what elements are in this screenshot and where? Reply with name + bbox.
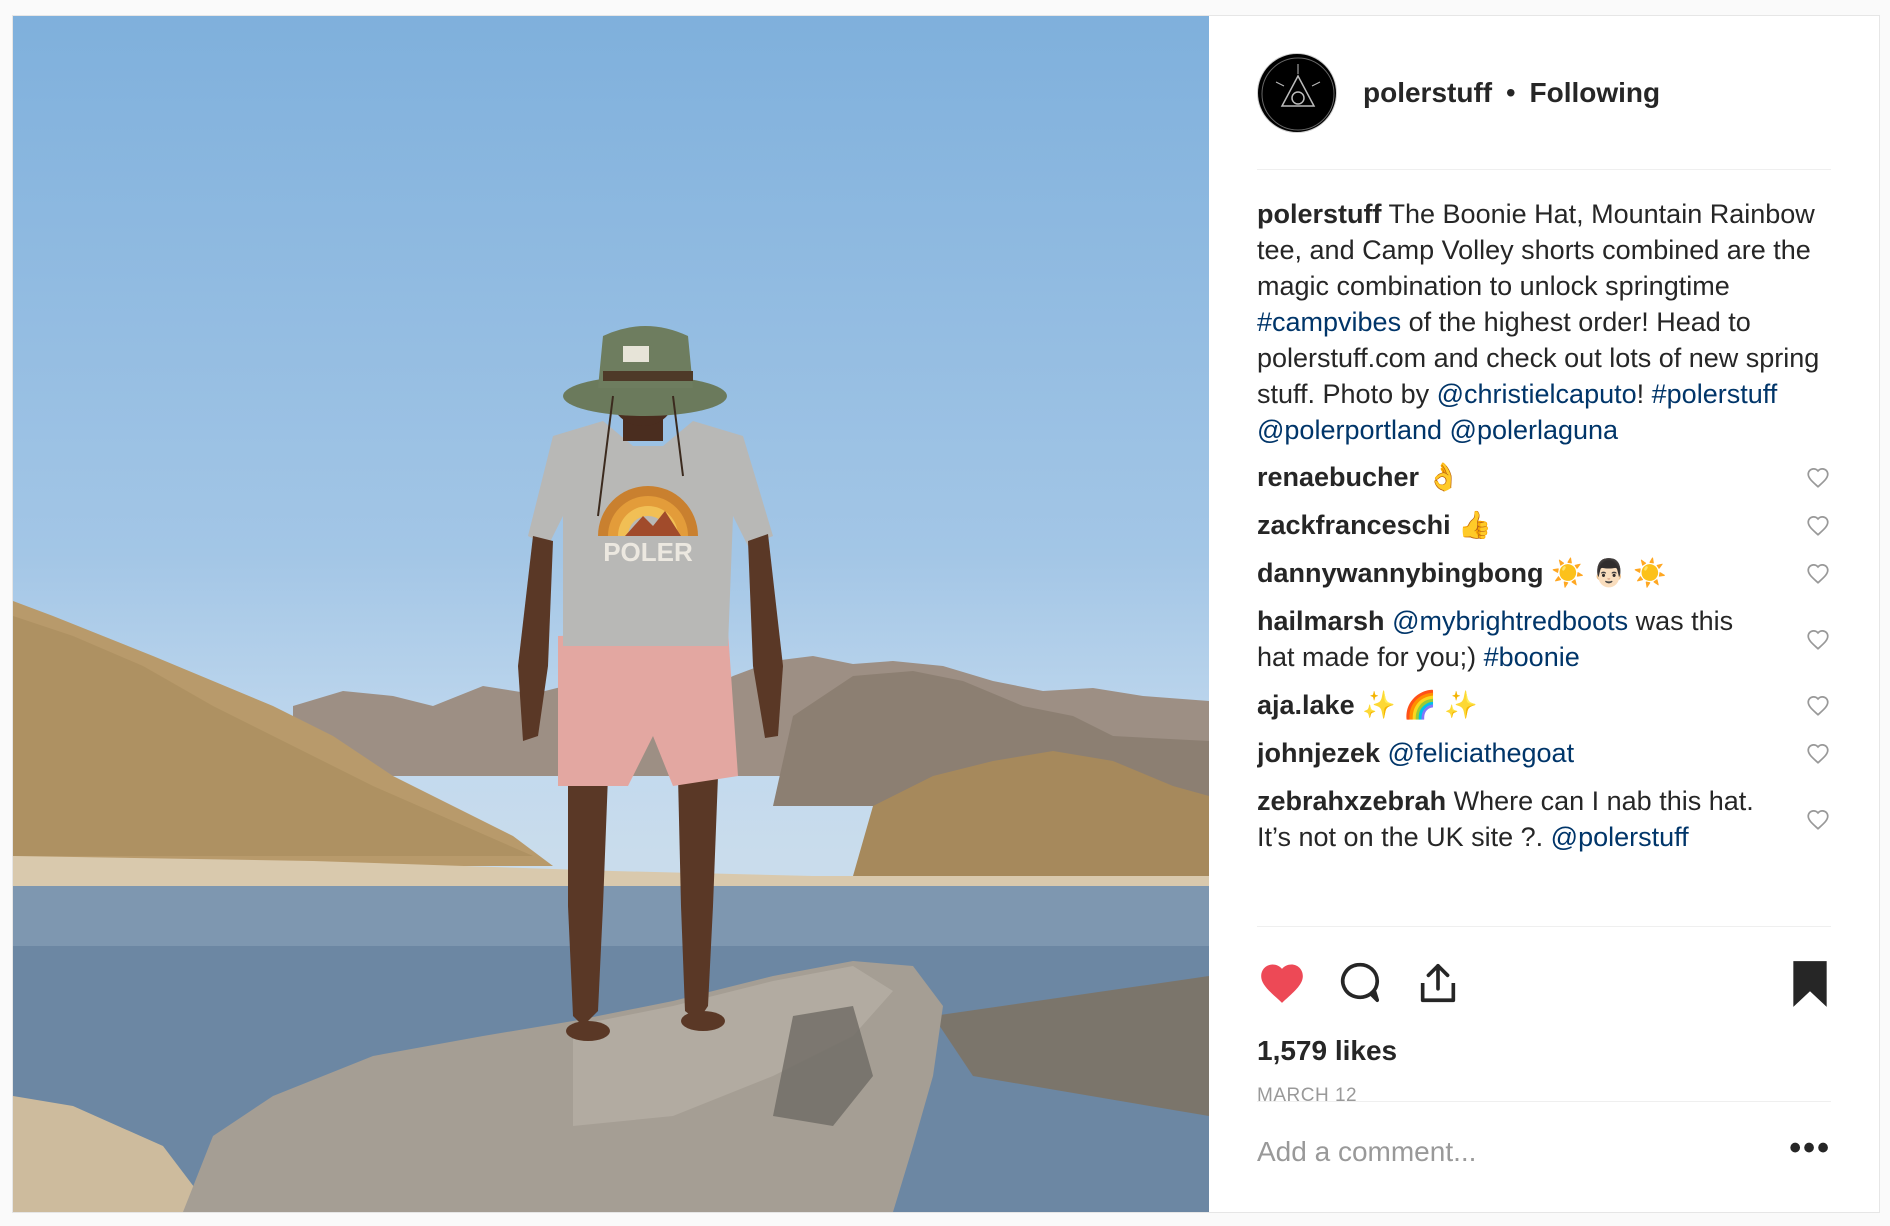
header-text: polerstuff • Following: [1363, 77, 1660, 109]
comment-row: zebrahxzebrah Where can I nab this hat. …: [1257, 778, 1831, 862]
comment-text: [1442, 415, 1450, 445]
post-caption: polerstuff The Boonie Hat, Mountain Rain…: [1257, 196, 1831, 448]
mention-or-hashtag-link[interactable]: @feliciathegoat: [1388, 738, 1575, 768]
shirt-logo-text: POLER: [603, 537, 693, 567]
comment-like-heart-icon[interactable]: [1805, 692, 1831, 718]
post-photo[interactable]: POLER: [13, 16, 1209, 1212]
add-comment-input[interactable]: [1257, 1132, 1737, 1172]
comment-content: dannywannybingbong ☀️ 👨🏻 ☀️: [1257, 555, 1777, 591]
like-button[interactable]: [1257, 959, 1307, 1010]
caption-body: The Boonie Hat, Mountain Rainbow tee, an…: [1257, 199, 1819, 445]
following-button[interactable]: Following: [1529, 77, 1660, 108]
comment-text: ☀️ 👨🏻 ☀️: [1543, 558, 1667, 588]
comment-username-link[interactable]: zackfranceschi: [1257, 510, 1451, 540]
comments-list[interactable]: polerstuff The Boonie Hat, Mountain Rain…: [1257, 196, 1831, 936]
comment-like-heart-icon[interactable]: [1805, 806, 1831, 832]
comment-content: zebrahxzebrah Where can I nab this hat. …: [1257, 783, 1777, 855]
comment-content: johnjezek @feliciathegoat: [1257, 735, 1777, 771]
mention-or-hashtag-link[interactable]: @polerstuff: [1551, 822, 1689, 852]
comment-text: ✨ 🌈 ✨: [1354, 690, 1478, 720]
photo-scene: POLER: [13, 326, 1209, 1212]
comment-content: zackfranceschi 👍: [1257, 507, 1777, 543]
comment-content: renaebucher 👌: [1257, 459, 1777, 495]
comment-text: !: [1636, 379, 1652, 409]
add-comment-section: •••: [1257, 1101, 1831, 1212]
mention-or-hashtag-link[interactable]: @mybrightredboots: [1392, 606, 1628, 636]
bookmark-filled-icon: [1793, 961, 1827, 1007]
comment-like-heart-icon[interactable]: [1805, 740, 1831, 766]
comment-text: [1385, 606, 1393, 636]
comment-like-heart-icon[interactable]: [1805, 512, 1831, 538]
caption-username-link[interactable]: polerstuff: [1257, 199, 1382, 229]
more-options-button[interactable]: •••: [1789, 1131, 1831, 1165]
action-buttons: [1257, 959, 1831, 1013]
comment-bubble-icon: [1340, 962, 1380, 1003]
mention-or-hashtag-link[interactable]: #campvibes: [1257, 307, 1401, 337]
author-username-link[interactable]: polerstuff: [1363, 77, 1492, 108]
comment-username-link[interactable]: renaebucher: [1257, 462, 1419, 492]
share-upload-icon: [1420, 963, 1456, 1003]
comment-like-heart-icon[interactable]: [1805, 464, 1831, 490]
save-button[interactable]: [1789, 959, 1831, 1014]
comment-content: hailmarsh @mybrightredboots was this hat…: [1257, 603, 1777, 675]
mention-or-hashtag-link[interactable]: @polerportland: [1257, 415, 1442, 445]
header-separator: •: [1505, 76, 1516, 108]
comment-rows: renaebucher 👌 zackfranceschi 👍 dannywannyb…: [1257, 454, 1831, 862]
mention-or-hashtag-link[interactable]: @polerlaguna: [1450, 415, 1619, 445]
share-button[interactable]: [1415, 959, 1461, 1012]
comment-username-link[interactable]: hailmarsh: [1257, 606, 1385, 636]
comment-row: dannywannybingbong ☀️ 👨🏻 ☀️: [1257, 550, 1831, 598]
comment-username-link[interactable]: aja.lake: [1257, 690, 1355, 720]
comment-row: johnjezek @feliciathegoat: [1257, 730, 1831, 778]
comment-text: 👌: [1419, 462, 1461, 492]
post-side-panel: polerstuff • Following polerstuff The Bo…: [1209, 16, 1879, 1212]
comment-text: 👍: [1450, 510, 1492, 540]
comment-like-heart-icon[interactable]: [1805, 626, 1831, 652]
poler-logo-icon: [1261, 57, 1335, 130]
comment-row: zackfranceschi 👍: [1257, 502, 1831, 550]
post-header: polerstuff • Following: [1257, 16, 1831, 170]
comment-row: aja.lake ✨ 🌈 ✨: [1257, 682, 1831, 730]
comment-like-heart-icon[interactable]: [1805, 560, 1831, 586]
comment-button[interactable]: [1337, 959, 1383, 1010]
comment-username-link[interactable]: johnjezek: [1257, 738, 1380, 768]
comment-username-link[interactable]: dannywannybingbong: [1257, 558, 1543, 588]
author-avatar[interactable]: [1257, 52, 1337, 133]
comment-username-link[interactable]: zebrahxzebrah: [1257, 786, 1446, 816]
instagram-post: POLER polerstuff • Following polerstuff …: [12, 15, 1880, 1213]
mention-or-hashtag-link[interactable]: #boonie: [1484, 642, 1580, 672]
comment-text: [1380, 738, 1388, 768]
heart-filled-icon: [1261, 964, 1303, 1003]
mention-or-hashtag-link[interactable]: @christielcaputo: [1437, 379, 1637, 409]
comment-row: renaebucher 👌: [1257, 454, 1831, 502]
mention-or-hashtag-link[interactable]: #polerstuff: [1652, 379, 1778, 409]
comment-content: aja.lake ✨ 🌈 ✨: [1257, 687, 1777, 723]
likes-count[interactable]: 1,579 likes: [1257, 1035, 1397, 1067]
comment-row: hailmarsh @mybrightredboots was this hat…: [1257, 598, 1831, 682]
